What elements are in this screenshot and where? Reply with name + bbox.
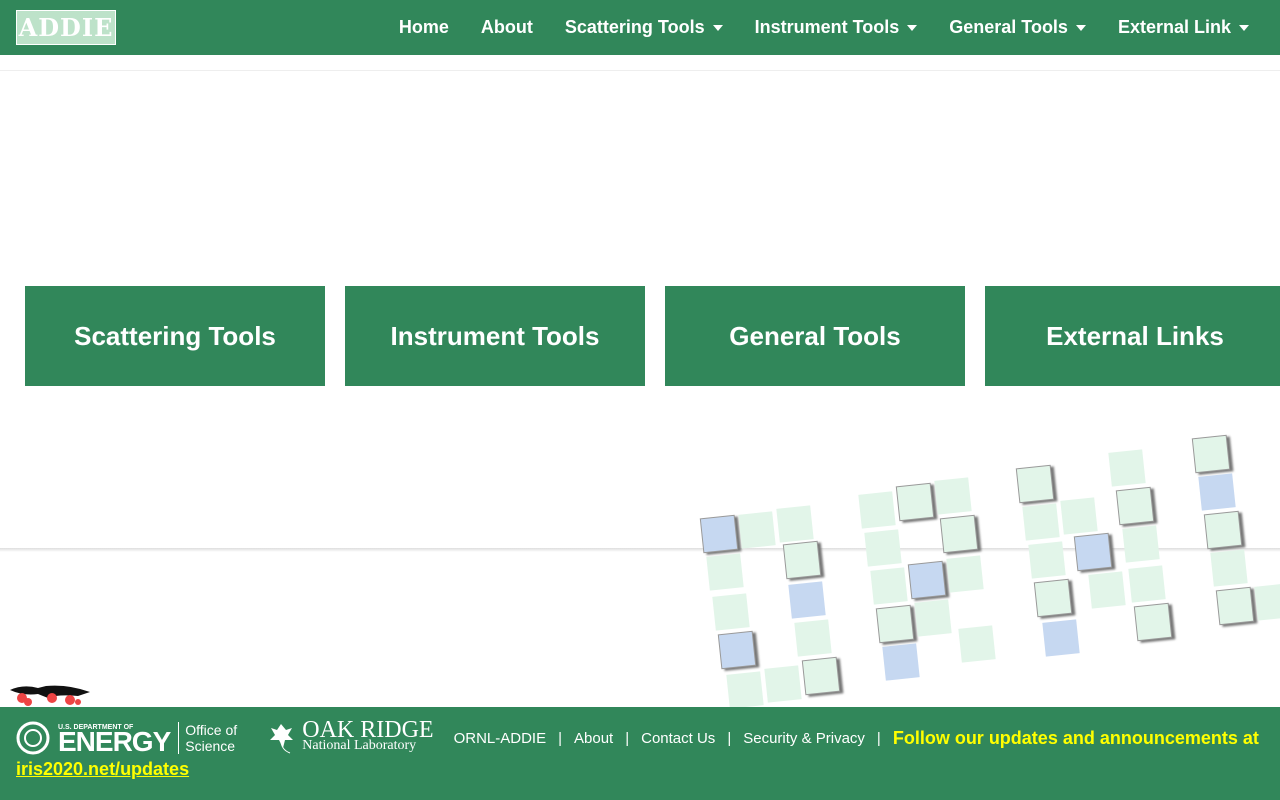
separator: | (558, 729, 562, 747)
decorative-square (895, 482, 935, 522)
world-map-icon (10, 685, 90, 706)
top-navbar: ADDIE Home About Scattering Tools Instru… (0, 0, 1280, 55)
nav-menu: Home About Scattering Tools Instrument T… (383, 0, 1265, 55)
decorative-square (801, 656, 841, 696)
decorative-square (726, 671, 764, 709)
doe-logo[interactable]: U.S. DEPARTMENT OF ENERGY Office of Scien… (16, 721, 248, 755)
doe-office-text: Office of Science (178, 722, 248, 754)
footer-about-link[interactable]: About (574, 730, 613, 747)
decorative-square (706, 553, 744, 591)
ornl-logo[interactable]: OAK RIDGE National Laboratory (268, 717, 434, 754)
decorative-square (875, 604, 915, 644)
decorative-square (794, 619, 832, 657)
nav-general-tools[interactable]: General Tools (933, 17, 1102, 38)
decorative-square (738, 511, 776, 549)
decorative-square (1028, 541, 1066, 579)
decorative-square (1128, 565, 1166, 603)
caret-down-icon (712, 24, 723, 31)
decorative-square (1060, 497, 1098, 535)
site-name: ORNL-ADDIE (453, 729, 547, 747)
divider (0, 70, 1280, 71)
decorative-square (717, 630, 757, 670)
nav-label: Scattering Tools (564, 17, 705, 37)
decorative-square (788, 581, 826, 619)
footer-contact-link[interactable]: Contact Us (641, 730, 715, 747)
decorative-square (1133, 602, 1173, 642)
card-scattering-tools[interactable]: Scattering Tools (25, 286, 325, 386)
decorative-square (1015, 464, 1055, 504)
decorative-square (1215, 586, 1255, 626)
doe-seal-icon (16, 721, 50, 755)
decorative-square (1210, 549, 1248, 587)
decorative-square (1115, 486, 1155, 526)
decorative-square (699, 514, 739, 554)
decorative-square (907, 560, 947, 600)
decorative-square (1191, 434, 1231, 474)
ornl-bottom-text: National Laboratory (302, 738, 417, 753)
separator: | (625, 729, 630, 747)
decorative-square (870, 567, 908, 605)
decorative-square (958, 625, 996, 663)
decorative-square (1088, 571, 1126, 609)
decorative-square (1254, 583, 1280, 621)
nav-label: General Tools (949, 17, 1068, 37)
follow-text: Follow our updates and announcements at (892, 727, 1259, 748)
nav-scattering-tools[interactable]: Scattering Tools (549, 17, 739, 38)
decorative-square (1108, 449, 1146, 487)
nav-label: Home (398, 17, 449, 37)
nav-home[interactable]: Home (383, 17, 465, 38)
decorative-square (1198, 473, 1236, 511)
nav-external-link[interactable]: External Link (1102, 17, 1265, 38)
nav-label: External Link (1117, 17, 1231, 37)
nav-instrument-tools[interactable]: Instrument Tools (739, 17, 934, 38)
caret-down-icon (1239, 24, 1249, 31)
decorative-squares (699, 434, 1280, 709)
nav-label: About (480, 17, 533, 37)
decorative-square (858, 491, 896, 529)
caret-down-icon (907, 24, 918, 31)
updates-link[interactable]: iris2020.net/updates (16, 759, 1264, 780)
ornl-top-text: OAK RIDGE (302, 717, 434, 743)
decorative-square (764, 665, 802, 703)
nav-about[interactable]: About (465, 17, 549, 38)
decorative-square (776, 505, 814, 543)
footer-security-link[interactable]: Security & Privacy (743, 730, 865, 747)
decorative-square (882, 643, 920, 681)
decorative-square (1033, 578, 1073, 618)
nav-label: Instrument Tools (754, 17, 900, 37)
card-external-links[interactable]: External Links (985, 286, 1280, 386)
decorative-square (1203, 510, 1243, 550)
decorative-square (1073, 532, 1113, 572)
caret-down-icon (1075, 24, 1086, 31)
decorative-square (939, 514, 979, 554)
decorative-square (864, 529, 902, 567)
oak-leaf-icon (270, 724, 294, 754)
decorative-square (1022, 503, 1060, 541)
decorative-square (1042, 619, 1080, 657)
card-instrument-tools[interactable]: Instrument Tools (345, 286, 645, 386)
decorative-square (782, 540, 822, 580)
decorative-square (946, 555, 984, 593)
addie-logo[interactable]: ADDIE (16, 10, 116, 45)
decorative-square (712, 593, 750, 631)
decorative-square (934, 477, 972, 515)
doe-main-text: ENERGY (58, 725, 171, 757)
decorative-square (1122, 525, 1160, 563)
footer: U.S. DEPARTMENT OF ENERGY Office of Scien… (0, 707, 1280, 800)
card-general-tools[interactable]: General Tools (665, 286, 965, 386)
separator: | (876, 729, 881, 747)
separator: | (727, 729, 732, 747)
decorative-square (914, 599, 952, 637)
